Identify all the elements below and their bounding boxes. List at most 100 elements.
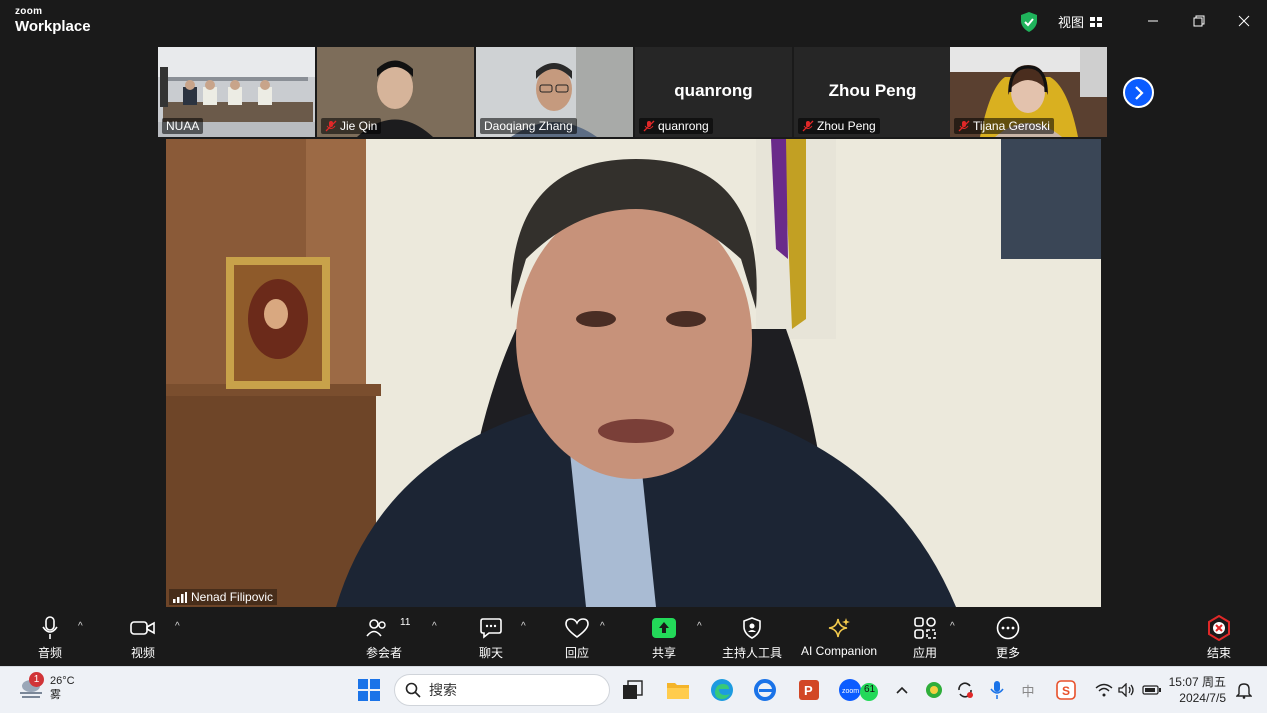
chat-options-caret-icon[interactable]: ^ [521, 621, 526, 632]
host-tools-button[interactable]: 主持人工具 [722, 615, 782, 661]
volume-icon[interactable] [1113, 676, 1141, 704]
start-button[interactable] [355, 676, 383, 704]
view-button[interactable]: 视图 [1058, 12, 1103, 31]
video-button[interactable]: 视频 [130, 615, 156, 661]
participants-options-caret-icon[interactable]: ^ [432, 621, 437, 632]
sparkle-icon [828, 618, 851, 638]
reactions-button[interactable]: 回应 [564, 615, 590, 661]
zoom-badge-count: 61 [864, 684, 876, 695]
powerpoint-icon: P [799, 680, 819, 700]
taskbar-app-file-explorer[interactable] [664, 676, 692, 704]
windows-logo-icon [358, 679, 380, 701]
weather-widget[interactable]: 1 26°C 雾 [18, 672, 75, 702]
mic-muted-icon [802, 120, 814, 132]
heart-icon [565, 618, 589, 638]
speaker-name: Nenad Filipovic [191, 590, 274, 604]
chevron-right-icon [1134, 85, 1144, 100]
tray-sogou-icon[interactable]: S [1052, 676, 1080, 704]
chat-button[interactable]: 聊天 [479, 615, 503, 661]
participant-tile-nuaa[interactable]: NUAA [158, 47, 315, 137]
taskbar-app-powerpoint[interactable]: P [795, 676, 823, 704]
speaker-video-frame [166, 139, 1101, 607]
restore-button[interactable] [1184, 8, 1214, 34]
battery-icon[interactable] [1138, 676, 1166, 704]
camera-icon [130, 621, 155, 635]
apps-icon [914, 617, 936, 639]
active-speaker-video[interactable]: Nenad Filipovic [166, 139, 1101, 607]
weather-temperature: 26°C [50, 675, 75, 687]
system-clock[interactable]: 15:07 周五 2024/7/5 [1168, 674, 1226, 706]
more-button[interactable]: 更多 [996, 615, 1020, 661]
weather-description: 雾 [50, 689, 61, 701]
participant-name: Daoqiang Zhang [484, 119, 573, 133]
participant-tile-daoqiang-zhang[interactable]: Daoqiang Zhang [476, 47, 633, 137]
signal-strength-icon [173, 591, 187, 603]
minimize-button[interactable] [1138, 8, 1168, 34]
internet-explorer-icon [754, 679, 776, 701]
taskbar-app-edge[interactable] [708, 676, 736, 704]
participant-name: Tijana Geroski [973, 119, 1050, 133]
edge-browser-icon [711, 679, 733, 701]
meeting-toolbar: 音频 ^ 视频 ^ 11 参会者 ^ 聊天 ^ 回应 ^ 共享 ^ 主持人工具 … [0, 607, 1267, 666]
end-call-icon [1208, 615, 1230, 641]
apps-button[interactable]: 应用 [913, 615, 937, 661]
share-options-caret-icon[interactable]: ^ [697, 621, 702, 632]
participant-name-label: Daoqiang Zhang [480, 118, 577, 134]
chat-label: 聊天 [479, 646, 504, 660]
taskbar-app-zoom[interactable]: zoom 61 [838, 676, 880, 704]
participants-label: 参会者 [366, 646, 403, 660]
shield-icon [743, 617, 761, 639]
participant-tile-quanrong[interactable]: quanrong quanrong [635, 47, 792, 137]
tray-app-green-icon[interactable] [920, 676, 948, 704]
participant-display-name: Zhou Peng [828, 81, 917, 100]
ai-companion-label: AI Companion [801, 644, 878, 658]
tray-overflow-chevron-icon[interactable] [888, 676, 916, 704]
microphone-icon [42, 616, 58, 639]
apps-label: 应用 [913, 646, 938, 660]
share-label: 共享 [652, 646, 677, 660]
mic-muted-icon [643, 120, 655, 132]
folder-icon [667, 683, 689, 699]
tray-sync-icon[interactable] [951, 676, 979, 704]
participant-name-label: Zhou Peng [798, 118, 880, 134]
speaker-name-label: Nenad Filipovic [169, 589, 278, 605]
brand-bottom: Workplace [15, 18, 91, 35]
more-icon [996, 616, 1020, 640]
participant-tile-jie-qin[interactable]: Jie Qin [317, 47, 474, 137]
end-meeting-button[interactable]: 结束 [1206, 615, 1232, 661]
tray-microphone-icon[interactable] [983, 676, 1011, 704]
title-bar: zoom Workplace 视图 [0, 0, 1267, 44]
participant-tile-zhou-peng[interactable]: Zhou Peng Zhou Peng [794, 47, 951, 137]
participant-name: quanrong [658, 119, 709, 133]
end-label: 结束 [1206, 646, 1231, 660]
mic-muted-icon [958, 120, 970, 132]
svg-text:zoom: zoom [842, 688, 859, 695]
ime-indicator[interactable]: 中 [1014, 676, 1042, 704]
participants-button[interactable]: 11 参会者 [366, 615, 410, 661]
security-shield-icon[interactable] [1018, 11, 1040, 33]
share-button[interactable]: 共享 [652, 615, 676, 661]
reactions-options-caret-icon[interactable]: ^ [600, 621, 605, 632]
participant-name-label: NUAA [162, 118, 204, 134]
host-tools-label: 主持人工具 [722, 646, 783, 660]
participants-count: 11 [400, 617, 411, 628]
taskbar-app-ie[interactable] [751, 676, 779, 704]
video-options-caret-icon[interactable]: ^ [175, 621, 180, 632]
search-icon [405, 682, 421, 698]
search-input[interactable] [429, 682, 589, 698]
notification-bell-icon[interactable] [1230, 676, 1258, 704]
participant-tile-tijana-geroski[interactable]: Tijana Geroski [950, 47, 1107, 137]
taskbar-search-box[interactable] [394, 674, 610, 706]
next-page-button[interactable] [1123, 77, 1154, 108]
taskbar-app-task-view[interactable] [619, 676, 647, 704]
audio-options-caret-icon[interactable]: ^ [78, 621, 83, 632]
ai-companion-button[interactable]: AI Companion [801, 615, 877, 658]
zoom-window: zoom Workplace 视图 NUAA Jie Qin Daoqiang … [0, 0, 1267, 713]
audio-button[interactable]: 音频 [38, 615, 62, 661]
os-taskbar: 1 26°C 雾 P zoom [0, 666, 1267, 713]
apps-options-caret-icon[interactable]: ^ [950, 621, 955, 632]
close-button[interactable] [1229, 8, 1259, 34]
more-label: 更多 [996, 646, 1021, 660]
mic-muted-icon [325, 120, 337, 132]
svg-text:P: P [804, 683, 813, 698]
